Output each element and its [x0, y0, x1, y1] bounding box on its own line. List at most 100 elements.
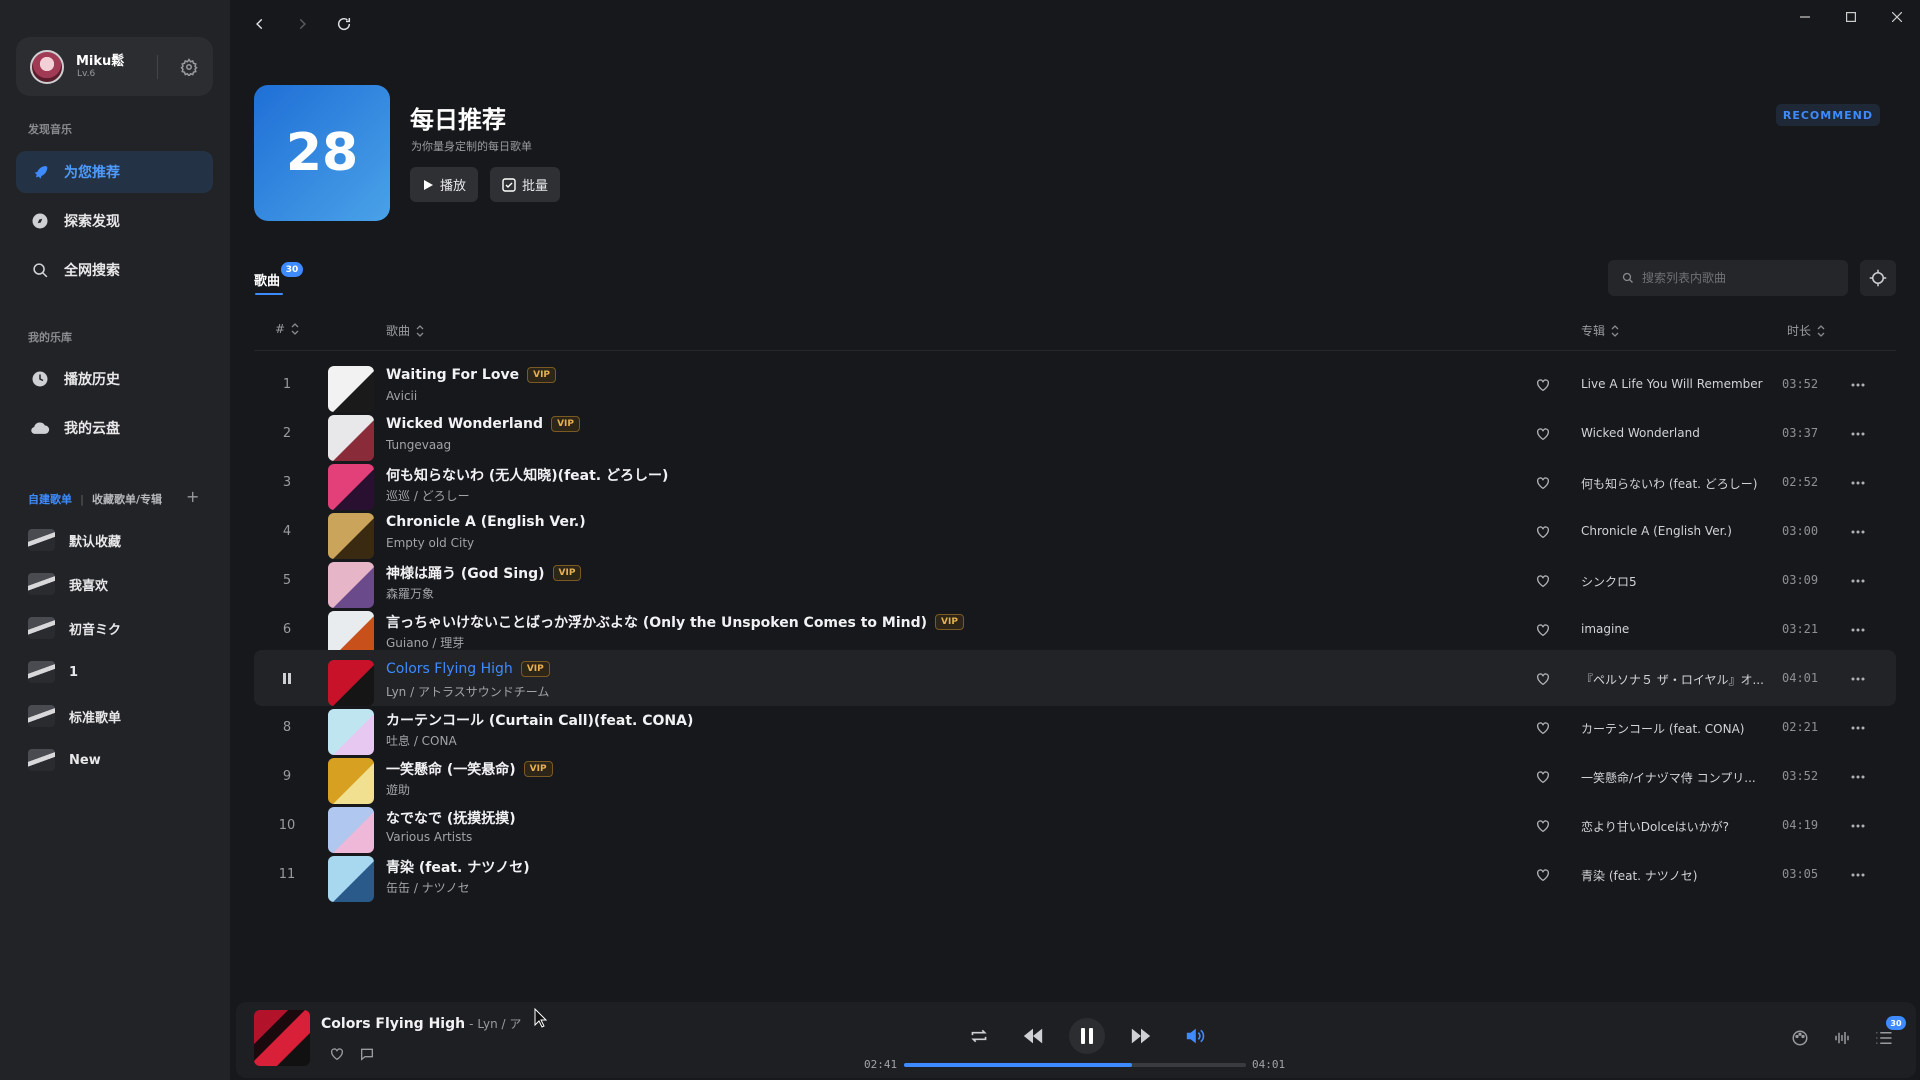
like-button[interactable] — [1534, 866, 1552, 884]
maximize-button[interactable] — [1828, 4, 1874, 30]
like-button[interactable] — [1534, 376, 1552, 394]
header-title[interactable]: 歌曲 — [386, 322, 424, 339]
more-button[interactable] — [1846, 670, 1870, 688]
like-button[interactable] — [1534, 474, 1552, 492]
queue-button[interactable]: 30 — [1872, 1016, 1906, 1050]
song-album[interactable]: カーテンコール (feat. CONA) — [1581, 720, 1771, 737]
like-button[interactable] — [329, 1046, 345, 1066]
song-title[interactable]: 一笑懸命 (一笑悬命) — [386, 759, 516, 779]
playlist-item[interactable]: 标准歌单 — [28, 703, 121, 729]
refresh-button[interactable] — [332, 12, 356, 36]
like-button[interactable] — [1534, 572, 1552, 590]
more-button[interactable] — [1846, 523, 1870, 541]
like-button[interactable] — [1534, 621, 1552, 639]
sidebar-item-explore[interactable]: 探索发现 — [16, 200, 213, 242]
song-album[interactable]: 何も知らないわ (feat. どろしー) — [1581, 475, 1771, 492]
song-album[interactable]: シンクロ5 — [1581, 573, 1771, 590]
table-row[interactable]: 5 神様は踊う (God Sing) VIP 森羅万象 シンクロ5 03:09 — [254, 552, 1896, 608]
comment-button[interactable] — [359, 1046, 375, 1066]
song-album[interactable]: imagine — [1581, 622, 1771, 636]
playlist-item[interactable]: 我喜欢 — [28, 571, 108, 597]
song-title[interactable]: Chronicle A (English Ver.) — [386, 514, 586, 530]
sidebar-item-cloud[interactable]: 我的云盘 — [16, 407, 213, 449]
song-title[interactable]: Colors Flying High — [386, 661, 513, 677]
song-title[interactable]: 神様は踊う (God Sing) — [386, 563, 545, 583]
more-button[interactable] — [1846, 376, 1870, 394]
song-artist[interactable]: 缶缶 / ナツノセ — [386, 879, 470, 896]
table-row[interactable]: 1 Waiting For Love VIP Avicii Live A Life Yo… — [254, 356, 1896, 412]
song-album[interactable]: Live A Life You Will Remember — [1581, 377, 1771, 391]
song-title[interactable]: なでなで (抚摸抚摸) — [386, 808, 516, 828]
table-row[interactable]: 6 言っちゃいけないことばっか浮かぶよな (Only the Unspoken C… — [254, 601, 1896, 657]
tab-songs[interactable]: 歌曲 — [254, 270, 280, 289]
repeat-button[interactable] — [961, 1018, 997, 1054]
more-button[interactable] — [1846, 817, 1870, 835]
settings-button[interactable] — [176, 54, 202, 80]
now-playing-artist[interactable]: Lyn / ア — [477, 1015, 521, 1032]
table-row[interactable]: 9 一笑懸命 (一笑悬命) VIP 遊助 一笑懸命/イナヅマ侍 コンプリ... 03:52 — [254, 748, 1896, 804]
table-row[interactable]: 3 何も知らないわ (无人知晓)(feat. どろしー) 巡巡 / どろしー 何も知ら… — [254, 454, 1896, 510]
batch-button[interactable]: 批量 — [490, 167, 561, 202]
previous-button[interactable] — [1015, 1018, 1051, 1054]
playlist-item[interactable]: 默认收藏 — [28, 527, 121, 553]
song-album[interactable]: Chronicle A (English Ver.) — [1581, 524, 1771, 538]
progress-bar[interactable] — [904, 1063, 1246, 1067]
song-title[interactable]: Wicked Wonderland — [386, 416, 543, 432]
song-artist[interactable]: 遊助 — [386, 781, 410, 798]
more-button[interactable] — [1846, 866, 1870, 884]
sidebar-item-recommend[interactable]: 为您推荐 — [16, 151, 213, 193]
now-playing-title[interactable]: Colors Flying High — [321, 1016, 465, 1032]
sidebar-item-search[interactable]: 全网搜索 — [16, 249, 213, 291]
more-button[interactable] — [1846, 719, 1870, 737]
table-row[interactable]: 2 Wicked Wonderland VIP Tungevaag Wicked Won… — [254, 405, 1896, 461]
add-playlist-button[interactable]: + — [186, 487, 199, 506]
pause-button[interactable] — [1069, 1018, 1105, 1054]
song-artist[interactable]: 吐息 / CONA — [386, 732, 457, 749]
back-button[interactable] — [248, 12, 272, 36]
locate-current-button[interactable] — [1860, 260, 1896, 296]
user-card[interactable]: Miku鬆 Lv.6 — [16, 37, 213, 96]
song-artist[interactable]: Tungevaag — [386, 438, 451, 452]
song-title[interactable]: 言っちゃいけないことばっか浮かぶよな (Only the Unspoken Co… — [386, 612, 927, 632]
song-search-input[interactable] — [1642, 271, 1832, 285]
playlist-item[interactable]: 初音ミク — [28, 615, 121, 641]
play-all-button[interactable]: 播放 — [410, 167, 479, 202]
table-row[interactable]: Colors Flying High VIP Lyn / アトラスサウンドチーム 『ペ… — [254, 650, 1896, 706]
song-title[interactable]: 何も知らないわ (无人知晓)(feat. どろしー) — [386, 465, 668, 485]
song-album[interactable]: 恋より甘いDolceはいかが? — [1581, 818, 1771, 835]
song-title[interactable]: Waiting For Love — [386, 367, 519, 383]
more-button[interactable] — [1846, 768, 1870, 786]
now-playing-cover[interactable] — [254, 1010, 310, 1066]
table-row[interactable]: 4 Chronicle A (English Ver.) Empty old Cit… — [254, 503, 1896, 559]
table-row[interactable]: 11 青染 (feat. ナツノセ) 缶缶 / ナツノセ 青染 (feat. ナツノセ… — [254, 846, 1896, 902]
tab-created-playlists[interactable]: 自建歌单 — [28, 491, 72, 507]
sidebar-item-history[interactable]: 播放历史 — [16, 358, 213, 400]
song-artist[interactable]: 森羅万象 — [386, 585, 434, 602]
like-button[interactable] — [1534, 719, 1552, 737]
song-album[interactable]: 『ペルソナ５ ザ・ロイヤル』オ... — [1581, 671, 1771, 688]
next-button[interactable] — [1123, 1018, 1159, 1054]
header-album[interactable]: 专辑 — [1581, 322, 1619, 339]
song-artist[interactable]: Guiano / 理芽 — [386, 634, 464, 651]
playlist-item[interactable]: 1 — [28, 659, 78, 685]
song-artist[interactable]: Avicii — [386, 389, 417, 403]
table-row[interactable]: 8 カーテンコール (Curtain Call)(feat. CONA) 吐息 / … — [254, 699, 1896, 755]
like-button[interactable] — [1534, 425, 1552, 443]
lyrics-button[interactable] — [1830, 1026, 1854, 1050]
like-button[interactable] — [1534, 817, 1552, 835]
song-title[interactable]: カーテンコール (Curtain Call)(feat. CONA) — [386, 710, 693, 730]
like-button[interactable] — [1534, 670, 1552, 688]
song-cover[interactable] — [328, 856, 374, 902]
minimize-button[interactable] — [1782, 4, 1828, 30]
avatar[interactable] — [30, 50, 64, 84]
table-row[interactable]: 10 なでなで (抚摸抚摸) Various Artists 恋より甘いDolceはい… — [254, 797, 1896, 853]
song-album[interactable]: 青染 (feat. ナツノセ) — [1581, 867, 1771, 884]
song-title[interactable]: 青染 (feat. ナツノセ) — [386, 857, 530, 877]
effects-button[interactable] — [1788, 1026, 1812, 1050]
like-button[interactable] — [1534, 523, 1552, 541]
more-button[interactable] — [1846, 572, 1870, 590]
song-search-box[interactable] — [1608, 260, 1848, 296]
more-button[interactable] — [1846, 621, 1870, 639]
song-album[interactable]: Wicked Wonderland — [1581, 426, 1771, 440]
more-button[interactable] — [1846, 425, 1870, 443]
